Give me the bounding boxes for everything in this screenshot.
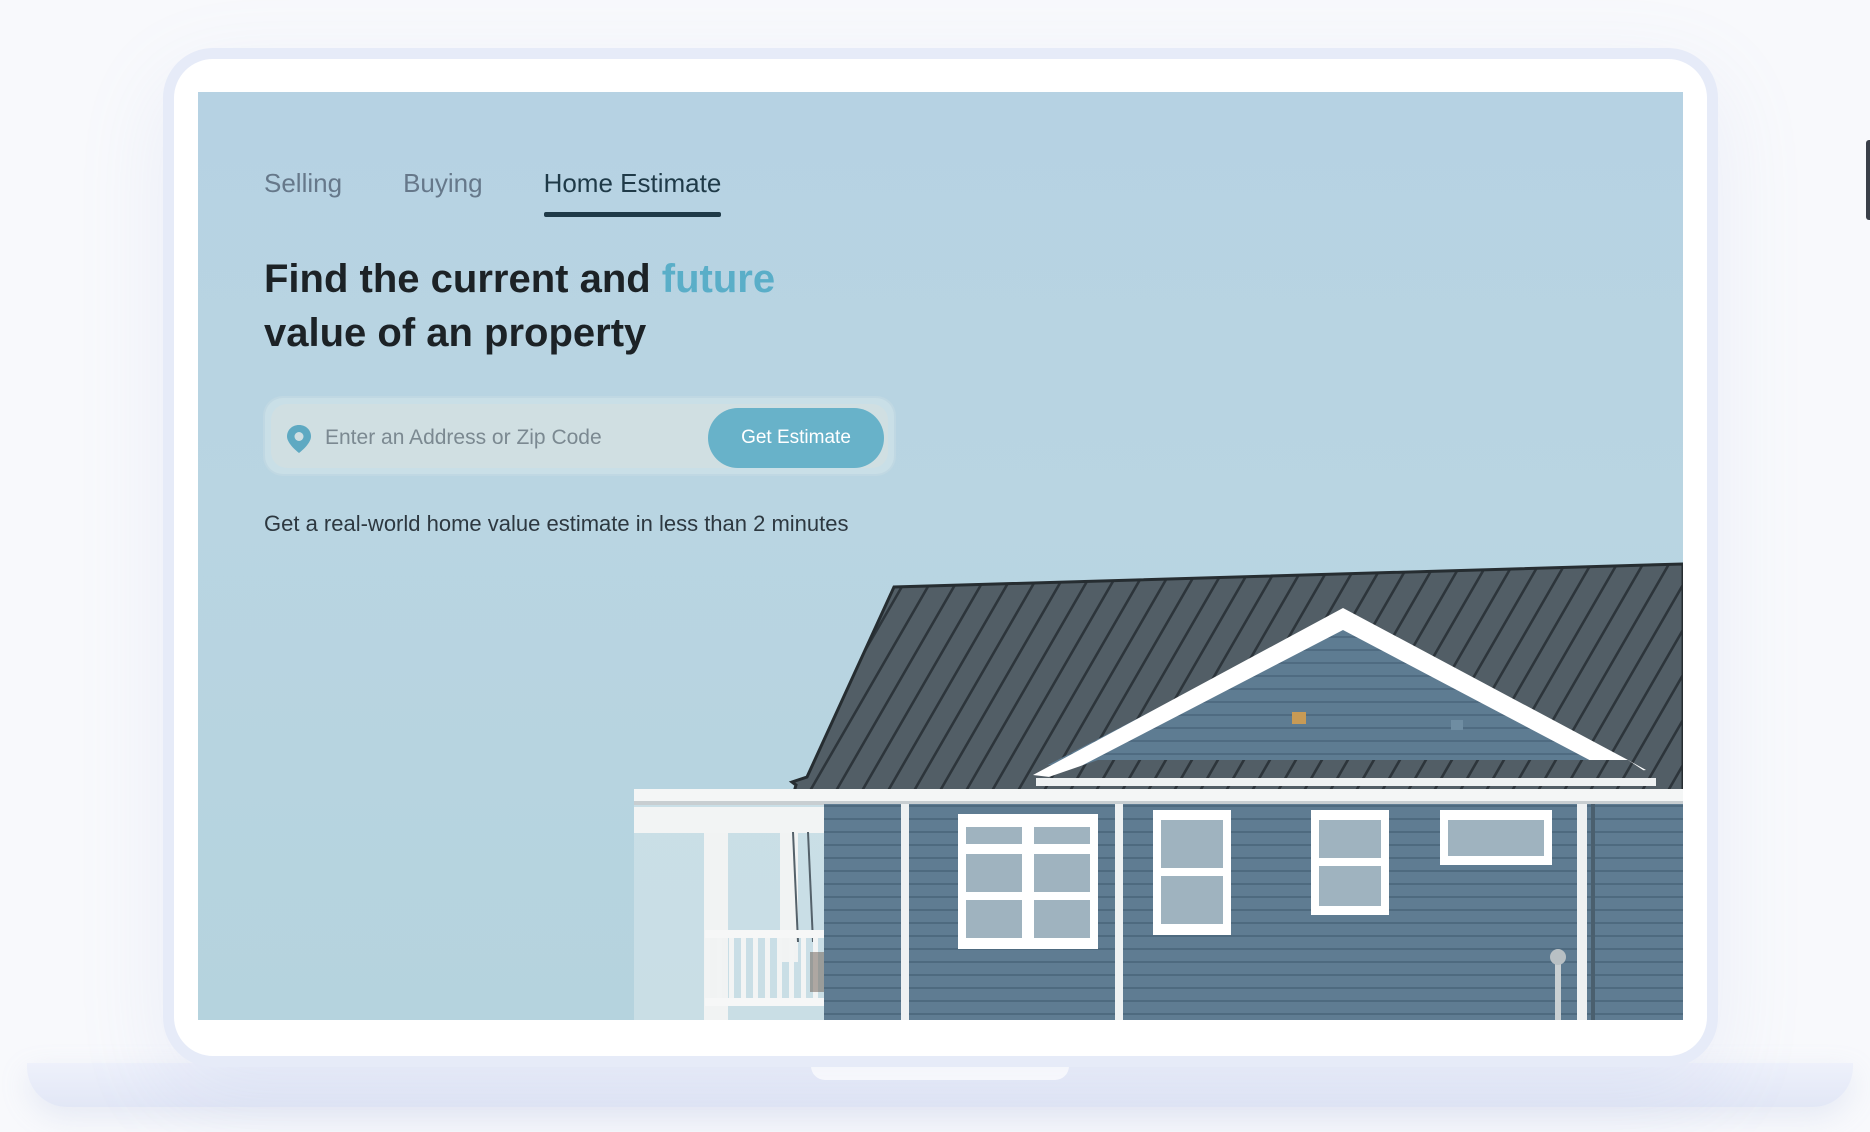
location-pin-icon bbox=[287, 425, 311, 453]
address-search-input[interactable] bbox=[323, 417, 707, 459]
tab-selling[interactable]: Selling bbox=[264, 168, 342, 217]
house-image bbox=[634, 562, 1683, 1020]
page: Selling Buying Home Estimate Find the cu… bbox=[0, 0, 1870, 1132]
laptop-notch bbox=[811, 1066, 1069, 1080]
get-estimate-button[interactable]: Get Estimate bbox=[708, 408, 884, 468]
edge-handle bbox=[1866, 140, 1870, 220]
headline-accent: future bbox=[661, 257, 776, 301]
search-bar-inner: Get Estimate bbox=[271, 404, 888, 468]
hero-headline: Find the current and future value of an … bbox=[264, 252, 775, 360]
headline-part-2: value of an property bbox=[264, 311, 647, 355]
headline-part-1: Find the current and bbox=[264, 257, 662, 301]
hero-screen: Selling Buying Home Estimate Find the cu… bbox=[198, 92, 1683, 1020]
hero-subtext: Get a real-world home value estimate in … bbox=[264, 511, 849, 536]
search-bar: Get Estimate bbox=[263, 396, 896, 476]
tab-buying[interactable]: Buying bbox=[403, 168, 483, 217]
tab-bar: Selling Buying Home Estimate bbox=[264, 168, 782, 217]
tab-home-estimate[interactable]: Home Estimate bbox=[543, 168, 721, 217]
